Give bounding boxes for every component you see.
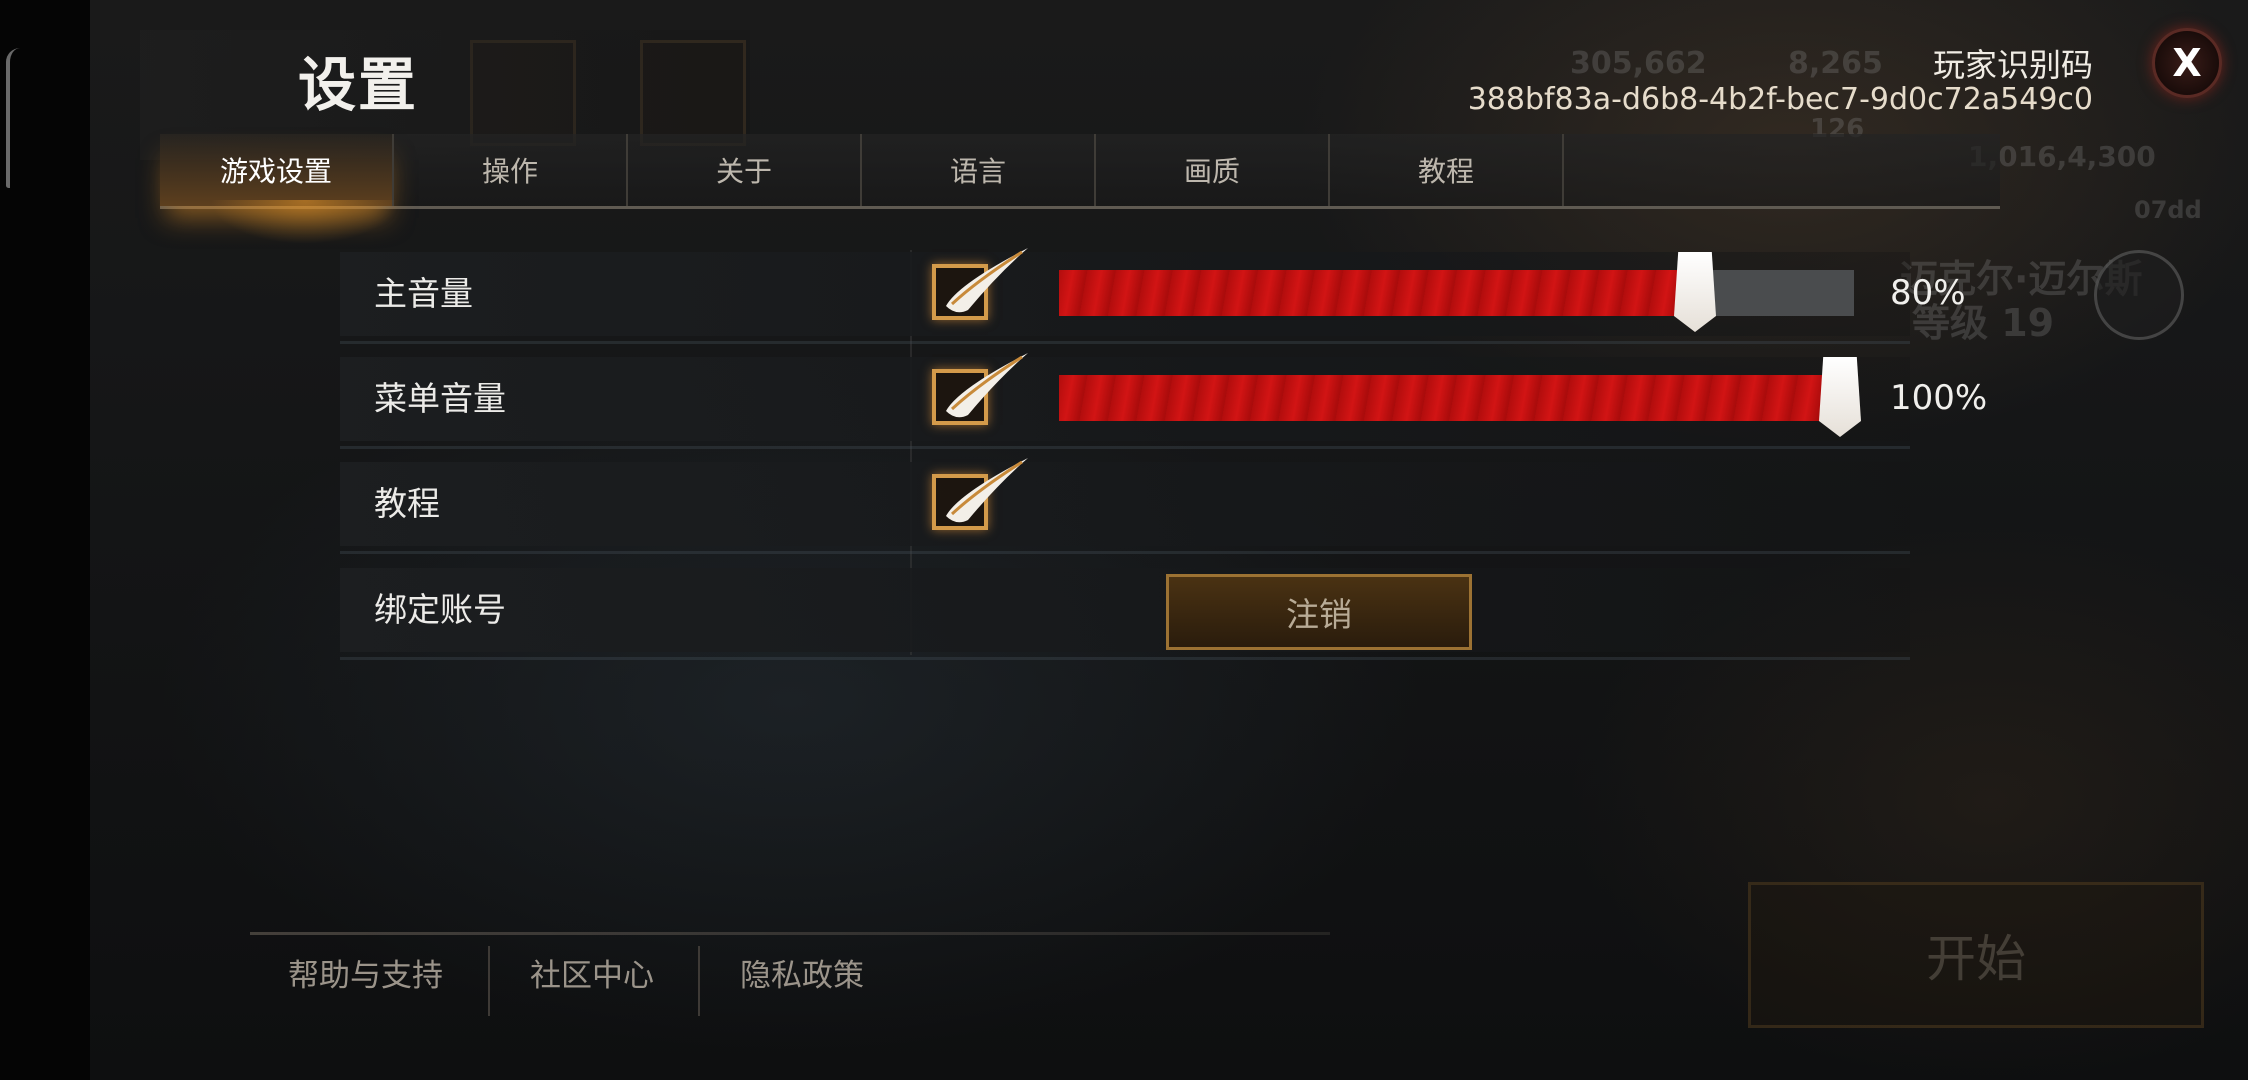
tutorial-checkbox[interactable] [932,458,1028,532]
tutorial-label: 教程 [374,484,440,523]
logout-button[interactable]: 注销 [1166,574,1472,650]
help-support-link[interactable]: 帮助与支持 [288,950,443,995]
master-volume-checkbox[interactable] [932,248,1028,322]
menu-volume-checkbox[interactable] [932,353,1028,427]
bg-character-avatar [2094,250,2184,340]
bg-currency-1: 305,662 [1570,46,1707,81]
menu-volume-label: 菜单音量 [374,379,506,418]
slider-fill [1059,270,1695,316]
tab-tutorial[interactable]: 教程 [1330,134,1564,206]
edge-handle [6,48,20,188]
setting-row-bind-account: 绑定账号 [340,568,1910,660]
footer-separator [698,946,700,1016]
community-center-link[interactable]: 社区中心 [530,950,654,995]
privacy-policy-link[interactable]: 隐私政策 [740,950,864,995]
menu-volume-slider[interactable] [1059,357,1861,437]
tab-about[interactable]: 关于 [628,134,862,206]
slider-handle[interactable] [1674,252,1716,332]
setting-row-tutorial: 教程 [340,462,1910,554]
slider-fill [1059,375,1854,421]
start-button: 开始 [1748,882,2204,1028]
bg-currency-2: 8,265 [1788,46,1883,81]
tab-language[interactable]: 语言 [862,134,1096,206]
close-button[interactable]: X [2152,28,2222,98]
player-id-value: 388bf83a-d6b8-4b2f-bec7-9d0c72a549c0 [1467,82,2093,117]
checkmark-icon [946,353,1028,418]
slider-handle[interactable] [1819,357,1861,437]
tab-graphics[interactable]: 画质 [1096,134,1330,206]
tab-controls[interactable]: 操作 [394,134,628,206]
master-volume-label: 主音量 [374,274,473,313]
tab-bar: 游戏设置 操作 关于 语言 画质 教程 [160,134,2000,209]
player-id-label: 玩家识别码 [1932,46,2093,84]
footer-separator [488,946,490,1016]
tab-game-settings[interactable]: 游戏设置 [160,134,394,206]
checkmark-icon [946,458,1028,523]
page-title: 设置 [298,51,419,119]
bg-code-fragment: 07dd [2134,196,2202,224]
bind-account-label: 绑定账号 [374,590,506,629]
footer-divider [250,932,1330,935]
checkmark-icon [946,248,1028,313]
master-volume-value: 80% [1890,273,1966,313]
master-volume-slider[interactable] [1059,252,1854,332]
close-icon: X [2172,41,2202,85]
menu-volume-value: 100% [1890,378,1988,418]
active-tab-glow [210,200,400,244]
